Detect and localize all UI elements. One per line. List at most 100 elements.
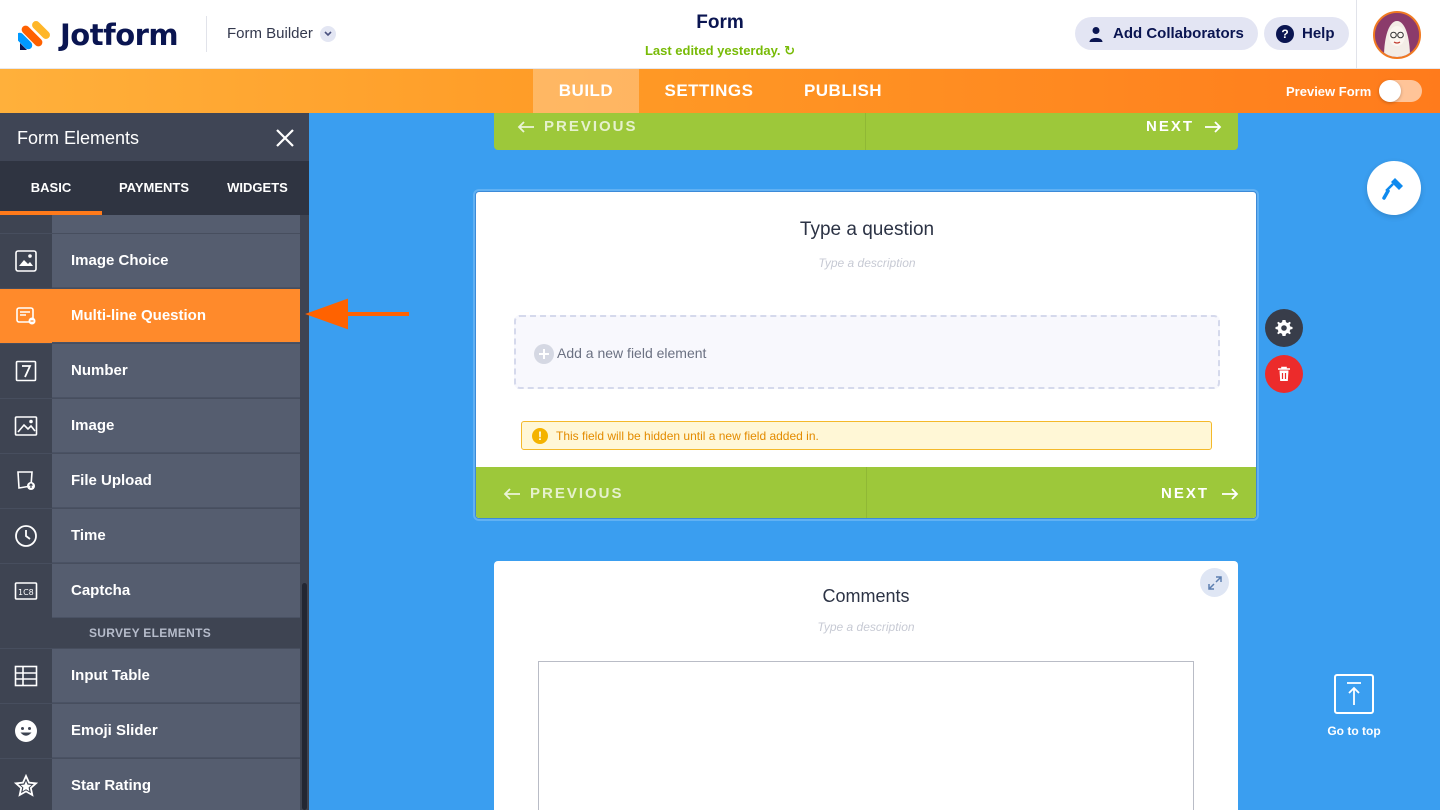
form-title-block: Form Last edited yesterday. ↻ bbox=[520, 12, 920, 59]
list-item-label: Input Table bbox=[71, 667, 150, 684]
panel-tabs: BASIC PAYMENTS WIDGETS bbox=[0, 161, 309, 215]
header-divider bbox=[206, 16, 207, 52]
user-icon bbox=[1087, 25, 1105, 43]
help-label: Help bbox=[1302, 25, 1335, 42]
star-icon bbox=[0, 759, 52, 810]
hidden-field-warning: ! This field will be hidden until a new … bbox=[521, 421, 1212, 450]
comments-textarea[interactable] bbox=[538, 661, 1194, 810]
question-description[interactable]: Type a description bbox=[476, 256, 1256, 270]
comments-title[interactable]: Comments bbox=[494, 586, 1238, 607]
image-icon bbox=[0, 399, 52, 453]
close-icon[interactable] bbox=[273, 126, 297, 150]
list-item-captcha[interactable]: 1C8 Captcha bbox=[0, 563, 300, 618]
nav-split bbox=[866, 467, 867, 518]
list-item-label: Number bbox=[71, 362, 128, 379]
question-title[interactable]: Type a question bbox=[476, 219, 1256, 241]
arrow-right-icon bbox=[1205, 120, 1222, 133]
tab-publish[interactable]: PUBLISH bbox=[790, 69, 896, 113]
arrow-right-icon bbox=[1222, 487, 1239, 500]
list-item-label: Star Rating bbox=[71, 777, 152, 794]
form-title[interactable]: Form bbox=[520, 12, 920, 34]
list-item-multiline-question[interactable]: Multi-line Question bbox=[0, 288, 300, 343]
captcha-icon: 1C8 bbox=[0, 564, 52, 618]
next-button[interactable]: NEXT bbox=[1146, 118, 1222, 135]
history-icon[interactable]: ↻ bbox=[784, 43, 795, 58]
list-item-label: File Upload bbox=[71, 472, 152, 489]
form-builder-label: Form Builder bbox=[227, 25, 313, 42]
brand-name: Jotform bbox=[60, 18, 179, 52]
comments-card[interactable]: Comments Type a description bbox=[494, 561, 1238, 810]
delete-field-button[interactable] bbox=[1265, 355, 1303, 393]
warning-icon: ! bbox=[532, 428, 548, 444]
trash-icon bbox=[1278, 366, 1290, 381]
list-item-partial[interactable] bbox=[0, 215, 300, 234]
nav-split bbox=[865, 113, 866, 150]
previous-button[interactable]: PREVIOUS bbox=[503, 485, 624, 502]
question-icon: ? bbox=[1276, 24, 1294, 43]
form-designer-button[interactable] bbox=[1367, 161, 1421, 215]
chevron-down-icon bbox=[319, 25, 336, 42]
emoji-icon bbox=[0, 704, 52, 758]
jotform-logo[interactable]: Jotform bbox=[18, 18, 179, 52]
list-item-label: Time bbox=[71, 527, 106, 544]
arrow-left-icon bbox=[503, 487, 520, 500]
clock-icon bbox=[0, 509, 52, 563]
toggle-knob bbox=[1379, 80, 1401, 102]
list-item-image[interactable]: Image bbox=[0, 398, 300, 453]
next-button[interactable]: NEXT bbox=[1161, 485, 1239, 502]
help-button[interactable]: ? Help bbox=[1264, 17, 1349, 50]
list-item-label: Emoji Slider bbox=[71, 722, 158, 739]
gear-icon bbox=[1275, 320, 1293, 336]
arrow-up-icon bbox=[1334, 674, 1374, 714]
tab-widgets[interactable]: WIDGETS bbox=[206, 161, 309, 215]
list-item-label: Image Choice bbox=[71, 252, 169, 269]
paint-roller-icon bbox=[1382, 178, 1403, 200]
field-properties-button[interactable] bbox=[1265, 309, 1303, 347]
card-nav-bar: PREVIOUS NEXT bbox=[476, 467, 1256, 518]
add-collaborators-button[interactable]: Add Collaborators bbox=[1075, 17, 1258, 50]
panel-title: Form Elements bbox=[17, 128, 140, 148]
previous-button[interactable]: PREVIOUS bbox=[517, 118, 638, 135]
user-avatar[interactable] bbox=[1373, 11, 1421, 59]
jotform-logo-icon bbox=[18, 21, 50, 50]
tab-payments[interactable]: PAYMENTS bbox=[102, 161, 206, 215]
arrow-left-icon bbox=[517, 120, 534, 133]
form-builder-dropdown[interactable]: Form Builder bbox=[227, 25, 336, 42]
preview-form-toggle[interactable] bbox=[1379, 80, 1422, 102]
multiline-question-icon bbox=[0, 289, 52, 343]
question-card[interactable]: Type a question Type a description Add a… bbox=[475, 191, 1257, 519]
svg-text:1C8: 1C8 bbox=[18, 588, 34, 597]
sidebar-scrollbar-thumb[interactable] bbox=[302, 583, 307, 810]
previous-label: PREVIOUS bbox=[544, 118, 638, 135]
add-collaborators-label: Add Collaborators bbox=[1113, 25, 1244, 42]
tab-settings[interactable]: SETTINGS bbox=[656, 69, 762, 113]
annotation-arrow bbox=[305, 298, 409, 330]
last-edited-text: Last edited yesterday. bbox=[644, 43, 781, 58]
go-to-top-button[interactable]: Go to top bbox=[1320, 674, 1388, 738]
section-survey-elements: SURVEY ELEMENTS bbox=[0, 618, 300, 648]
element-icon bbox=[0, 215, 52, 234]
list-item-input-table[interactable]: Input Table bbox=[0, 648, 300, 703]
list-item-emoji-slider[interactable]: Emoji Slider bbox=[0, 703, 300, 758]
warning-text: This field will be hidden until a new fi… bbox=[556, 429, 819, 443]
list-item-file-upload[interactable]: File Upload bbox=[0, 453, 300, 508]
add-field-label: Add a new field element bbox=[557, 345, 707, 361]
add-field-dropzone[interactable]: Add a new field element bbox=[514, 315, 1220, 389]
list-item-label: Captcha bbox=[71, 582, 131, 599]
last-edited-status: Last edited yesterday. ↻ bbox=[520, 43, 920, 59]
plus-icon bbox=[534, 344, 554, 364]
list-item-number[interactable]: Number bbox=[0, 343, 300, 398]
tab-build[interactable]: BUILD bbox=[533, 69, 639, 113]
next-label: NEXT bbox=[1146, 118, 1195, 135]
list-item-star-rating[interactable]: Star Rating bbox=[0, 758, 300, 810]
tab-basic[interactable]: BASIC bbox=[0, 161, 102, 215]
list-item-time[interactable]: Time bbox=[0, 508, 300, 563]
next-label: NEXT bbox=[1161, 485, 1210, 502]
builder-nav-bar: BUILD SETTINGS PUBLISH Preview Form bbox=[0, 69, 1440, 113]
avatar-divider bbox=[1356, 0, 1357, 69]
comments-description[interactable]: Type a description bbox=[494, 620, 1238, 634]
list-item-image-choice[interactable]: Image Choice bbox=[0, 233, 300, 288]
list-item-label: Multi-line Question bbox=[71, 307, 206, 324]
list-item-label: Image bbox=[71, 417, 115, 434]
element-list: Image Choice Multi-line Question Number … bbox=[0, 215, 300, 810]
